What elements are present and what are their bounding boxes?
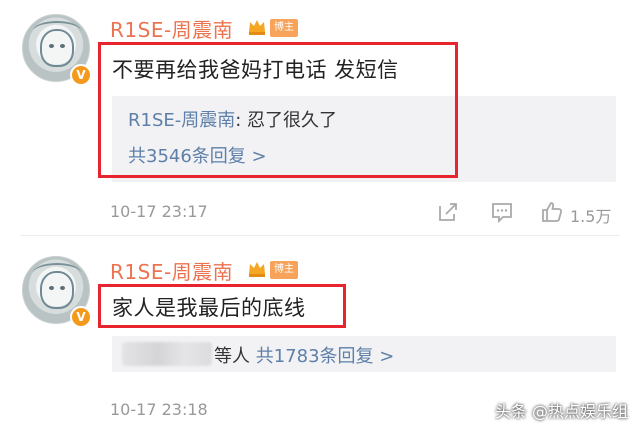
host-badge: 博主 — [270, 19, 298, 37]
reply-summary: 等人 共1783条回复 > — [214, 342, 394, 368]
like-count: 1.5万 — [570, 207, 612, 226]
action-bar: 1.5万 — [436, 198, 626, 226]
like-icon[interactable] — [540, 200, 564, 224]
share-icon[interactable] — [436, 200, 460, 224]
highlight-box — [98, 284, 346, 328]
timestamp: 10-17 23:18 — [110, 400, 208, 419]
reply-box[interactable]: 等人 共1783条回复 > — [112, 336, 616, 372]
username[interactable]: R1SE-周震南 — [110, 14, 233, 43]
crown-icon — [249, 20, 265, 35]
blurred-username — [122, 342, 212, 366]
watermark: 头条 @热点娱乐组 — [494, 402, 628, 421]
verified-icon: V — [70, 64, 92, 86]
reply-prefix: 等人 — [214, 346, 250, 367]
username[interactable]: R1SE-周震南 — [110, 256, 233, 285]
timestamp: 10-17 23:17 — [110, 202, 208, 221]
verified-icon: V — [70, 306, 92, 328]
divider — [20, 235, 620, 236]
highlight-box — [98, 42, 458, 178]
view-replies-link[interactable]: 共1783条回复 > — [256, 346, 395, 367]
comment-icon[interactable] — [490, 200, 514, 224]
host-badge: 博主 — [270, 261, 298, 279]
crown-icon — [249, 262, 265, 277]
